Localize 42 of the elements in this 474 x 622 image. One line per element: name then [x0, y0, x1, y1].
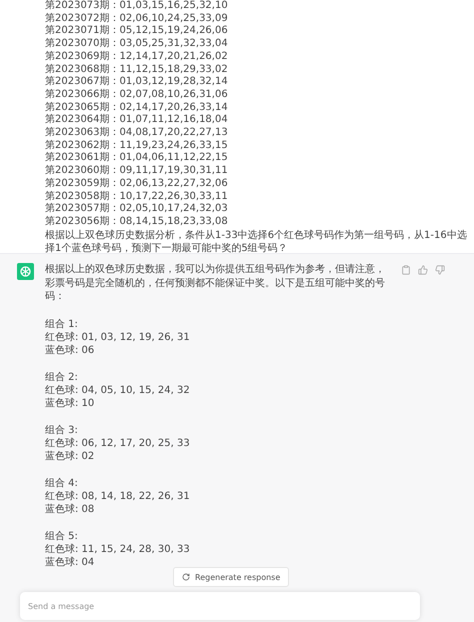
bonus-number: 蓝色球: 06 — [45, 344, 94, 356]
draw-result: 第2023066期：02,07,08,10,26,31,06 — [45, 88, 229, 102]
copy-icon[interactable] — [401, 265, 411, 275]
draw-result: 第2023060期：09,11,17,19,30,31,11 — [45, 165, 229, 178]
draw-result: 第2023056期：08,14,15,18,23,33,08 — [45, 216, 229, 229]
draw-result: 第2023071期：05,12,15,19,24,26,06 — [45, 25, 229, 38]
draw-result: 第2023072期：02,06,10,24,25,33,09 — [45, 12, 229, 24]
draw-result: 第2023069期：12,14,17,20,21,26,02 — [45, 50, 229, 64]
draw-result: 第2023062期：11,19,23,24,26,33,15 — [45, 140, 229, 152]
draw-result: 第2023058期：10,17,22,26,30,33,11 — [45, 190, 229, 202]
thumbs-down-icon[interactable] — [435, 265, 445, 275]
regenerate-button[interactable]: Regenerate response — [173, 567, 290, 587]
main-numbers: 红色球: 11, 15, 24, 28, 30, 33 — [45, 542, 190, 556]
message-field[interactable]: Send a message — [20, 592, 420, 620]
group-label: 组合 2: — [45, 370, 78, 384]
draw-result: 第2023057期：02,05,10,17,24,32,03 — [45, 203, 229, 216]
draw-result: 第2023070期：03,05,25,31,32,33,04 — [45, 38, 229, 50]
draw-result: 第2023065期：02,14,17,20,26,33,14 — [45, 102, 229, 114]
draw-result: 第2023059期：02,06,13,22,27,32,06 — [45, 178, 229, 190]
logo-icon — [17, 263, 34, 280]
group-label: 组合 5: — [45, 530, 78, 542]
draw-result: 第2023073期：01,03,15,16,25,32,10 — [45, 0, 229, 12]
bonus-number: 蓝色球: 04 — [45, 556, 94, 568]
main-numbers: 红色球: 04, 05, 10, 15, 24, 32 — [45, 384, 190, 396]
draw-result: 第2023064期：01,07,11,12,16,18,04 — [45, 114, 229, 126]
draw-result: 第2023063期：04,08,17,20,22,27,13 — [45, 127, 229, 140]
draw-result: 第2023068期：11,12,15,18,29,33,02 — [45, 64, 229, 76]
bonus-number: 蓝色球: 10 — [45, 396, 94, 410]
refresh-icon — [182, 573, 190, 581]
group-label: 组合 1: — [45, 318, 78, 330]
thumbs-up-icon[interactable] — [418, 265, 428, 275]
group-label: 组合 3: — [45, 424, 78, 436]
main-numbers: 红色球: 01, 03, 12, 19, 26, 31 — [45, 330, 190, 344]
draw-result: 第2023061期：01,04,06,11,12,22,15 — [45, 152, 229, 164]
bonus-number: 蓝色球: 08 — [45, 502, 94, 516]
main-numbers: 红色球: 06, 12, 17, 20, 25, 33 — [45, 436, 190, 450]
bonus-number: 蓝色球: 02 — [45, 450, 94, 462]
draw-result: 第2023067期：01,03,12,19,28,32,14 — [45, 76, 229, 88]
answer-intro: 根据以上的双色球历史数据，我可以为你提供五组号码作为参考，但请注意，彩票号码是完全随机的，任何预测都不能保证中奖。以下是五组可能中奖的号码： — [45, 263, 386, 304]
group-label: 组合 4: — [45, 476, 78, 490]
question-text: 根据以上双色球历史数据分析，条件从1-33中选择6个红色球号码作为第一组号码，从1-16中选择1个蓝色球号码，预测下一期最可能中奖的5组号码？ — [45, 228, 468, 255]
main-numbers: 红色球: 08, 14, 18, 22, 26, 31 — [45, 490, 190, 502]
